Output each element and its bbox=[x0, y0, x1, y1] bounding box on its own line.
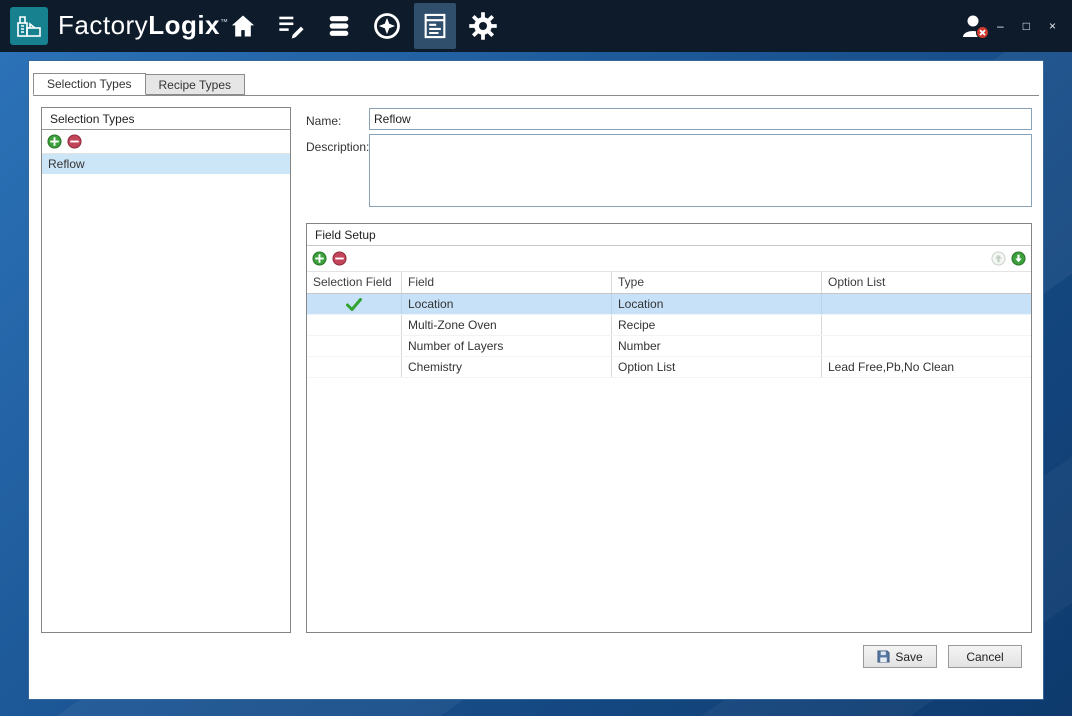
column-selection-field: Selection Field bbox=[307, 272, 402, 293]
nav-home-icon[interactable] bbox=[222, 3, 264, 49]
user-logout-icon[interactable] bbox=[960, 12, 990, 43]
column-option-list: Option List bbox=[822, 272, 1031, 293]
field-cell: Location bbox=[402, 294, 612, 314]
field-table-header: Selection Field Field Type Option List bbox=[307, 272, 1031, 294]
tab-strip: Selection Types Recipe Types bbox=[33, 73, 244, 95]
nav-stack-icon[interactable] bbox=[318, 3, 360, 49]
remove-field-button[interactable] bbox=[332, 251, 347, 266]
list-item-reflow[interactable]: Reflow bbox=[42, 154, 290, 174]
main-navigation bbox=[222, 3, 504, 49]
tab-selection-types[interactable]: Selection Types bbox=[33, 73, 146, 95]
selection-field-cell bbox=[307, 357, 402, 377]
factorylogix-logo-icon bbox=[10, 7, 48, 45]
name-label: Name: bbox=[306, 114, 341, 128]
option-list-cell bbox=[822, 294, 1031, 314]
move-field-up-button[interactable] bbox=[991, 251, 1006, 266]
desktop-background: FactoryLogix™ bbox=[0, 0, 1072, 716]
maximize-button[interactable]: □ bbox=[1021, 18, 1032, 34]
description-label: Description: bbox=[306, 140, 369, 154]
field-setup-group: Field Setup Selection Field Field bbox=[306, 223, 1032, 633]
table-row[interactable]: Chemistry Option List Lead Free,Pb,No Cl… bbox=[307, 357, 1031, 378]
app-title: FactoryLogix™ bbox=[58, 10, 229, 41]
nav-settings-gear-icon[interactable] bbox=[462, 3, 504, 49]
add-field-button[interactable] bbox=[312, 251, 327, 266]
remove-selection-type-button[interactable] bbox=[67, 134, 82, 149]
save-icon bbox=[877, 650, 890, 663]
save-button[interactable]: Save bbox=[863, 645, 937, 668]
name-input[interactable] bbox=[369, 108, 1032, 130]
nav-compass-icon[interactable] bbox=[366, 3, 408, 49]
option-list-cell: Lead Free,Pb,No Clean bbox=[822, 357, 1031, 377]
field-cell: Chemistry bbox=[402, 357, 612, 377]
nav-form-icon[interactable] bbox=[414, 3, 456, 49]
column-field: Field bbox=[402, 272, 612, 293]
type-cell: Number bbox=[612, 336, 822, 356]
table-row[interactable]: Number of Layers Number bbox=[307, 336, 1031, 357]
selection-types-list-panel: Selection Types Reflow bbox=[41, 107, 291, 633]
field-setup-title: Field Setup bbox=[307, 224, 1031, 246]
cancel-button[interactable]: Cancel bbox=[948, 645, 1022, 668]
selection-types-toolbar bbox=[42, 130, 290, 154]
type-cell: Recipe bbox=[612, 315, 822, 335]
field-setup-toolbar bbox=[307, 246, 1031, 272]
close-button[interactable]: × bbox=[1047, 18, 1058, 34]
cancel-button-label: Cancel bbox=[966, 650, 1003, 664]
main-panel: Selection Types Recipe Types Selection T… bbox=[28, 60, 1044, 700]
selection-field-cell bbox=[307, 315, 402, 335]
selection-field-check-icon bbox=[307, 294, 402, 314]
table-row[interactable]: Multi-Zone Oven Recipe bbox=[307, 315, 1031, 336]
option-list-cell bbox=[822, 336, 1031, 356]
nav-edit-list-icon[interactable] bbox=[270, 3, 312, 49]
table-row[interactable]: Location Location bbox=[307, 294, 1031, 315]
save-button-label: Save bbox=[895, 650, 922, 664]
description-input[interactable] bbox=[369, 134, 1032, 207]
field-cell: Number of Layers bbox=[402, 336, 612, 356]
type-cell: Option List bbox=[612, 357, 822, 377]
type-cell: Location bbox=[612, 294, 822, 314]
column-type: Type bbox=[612, 272, 822, 293]
tab-recipe-types[interactable]: Recipe Types bbox=[145, 74, 246, 95]
selection-types-list-header: Selection Types bbox=[42, 108, 290, 130]
field-cell: Multi-Zone Oven bbox=[402, 315, 612, 335]
window-controls: – □ × bbox=[995, 0, 1058, 52]
option-list-cell bbox=[822, 315, 1031, 335]
selection-field-cell bbox=[307, 336, 402, 356]
minimize-button[interactable]: – bbox=[995, 18, 1006, 34]
titlebar: FactoryLogix™ bbox=[0, 0, 1072, 52]
add-selection-type-button[interactable] bbox=[47, 134, 62, 149]
move-field-down-button[interactable] bbox=[1011, 251, 1026, 266]
